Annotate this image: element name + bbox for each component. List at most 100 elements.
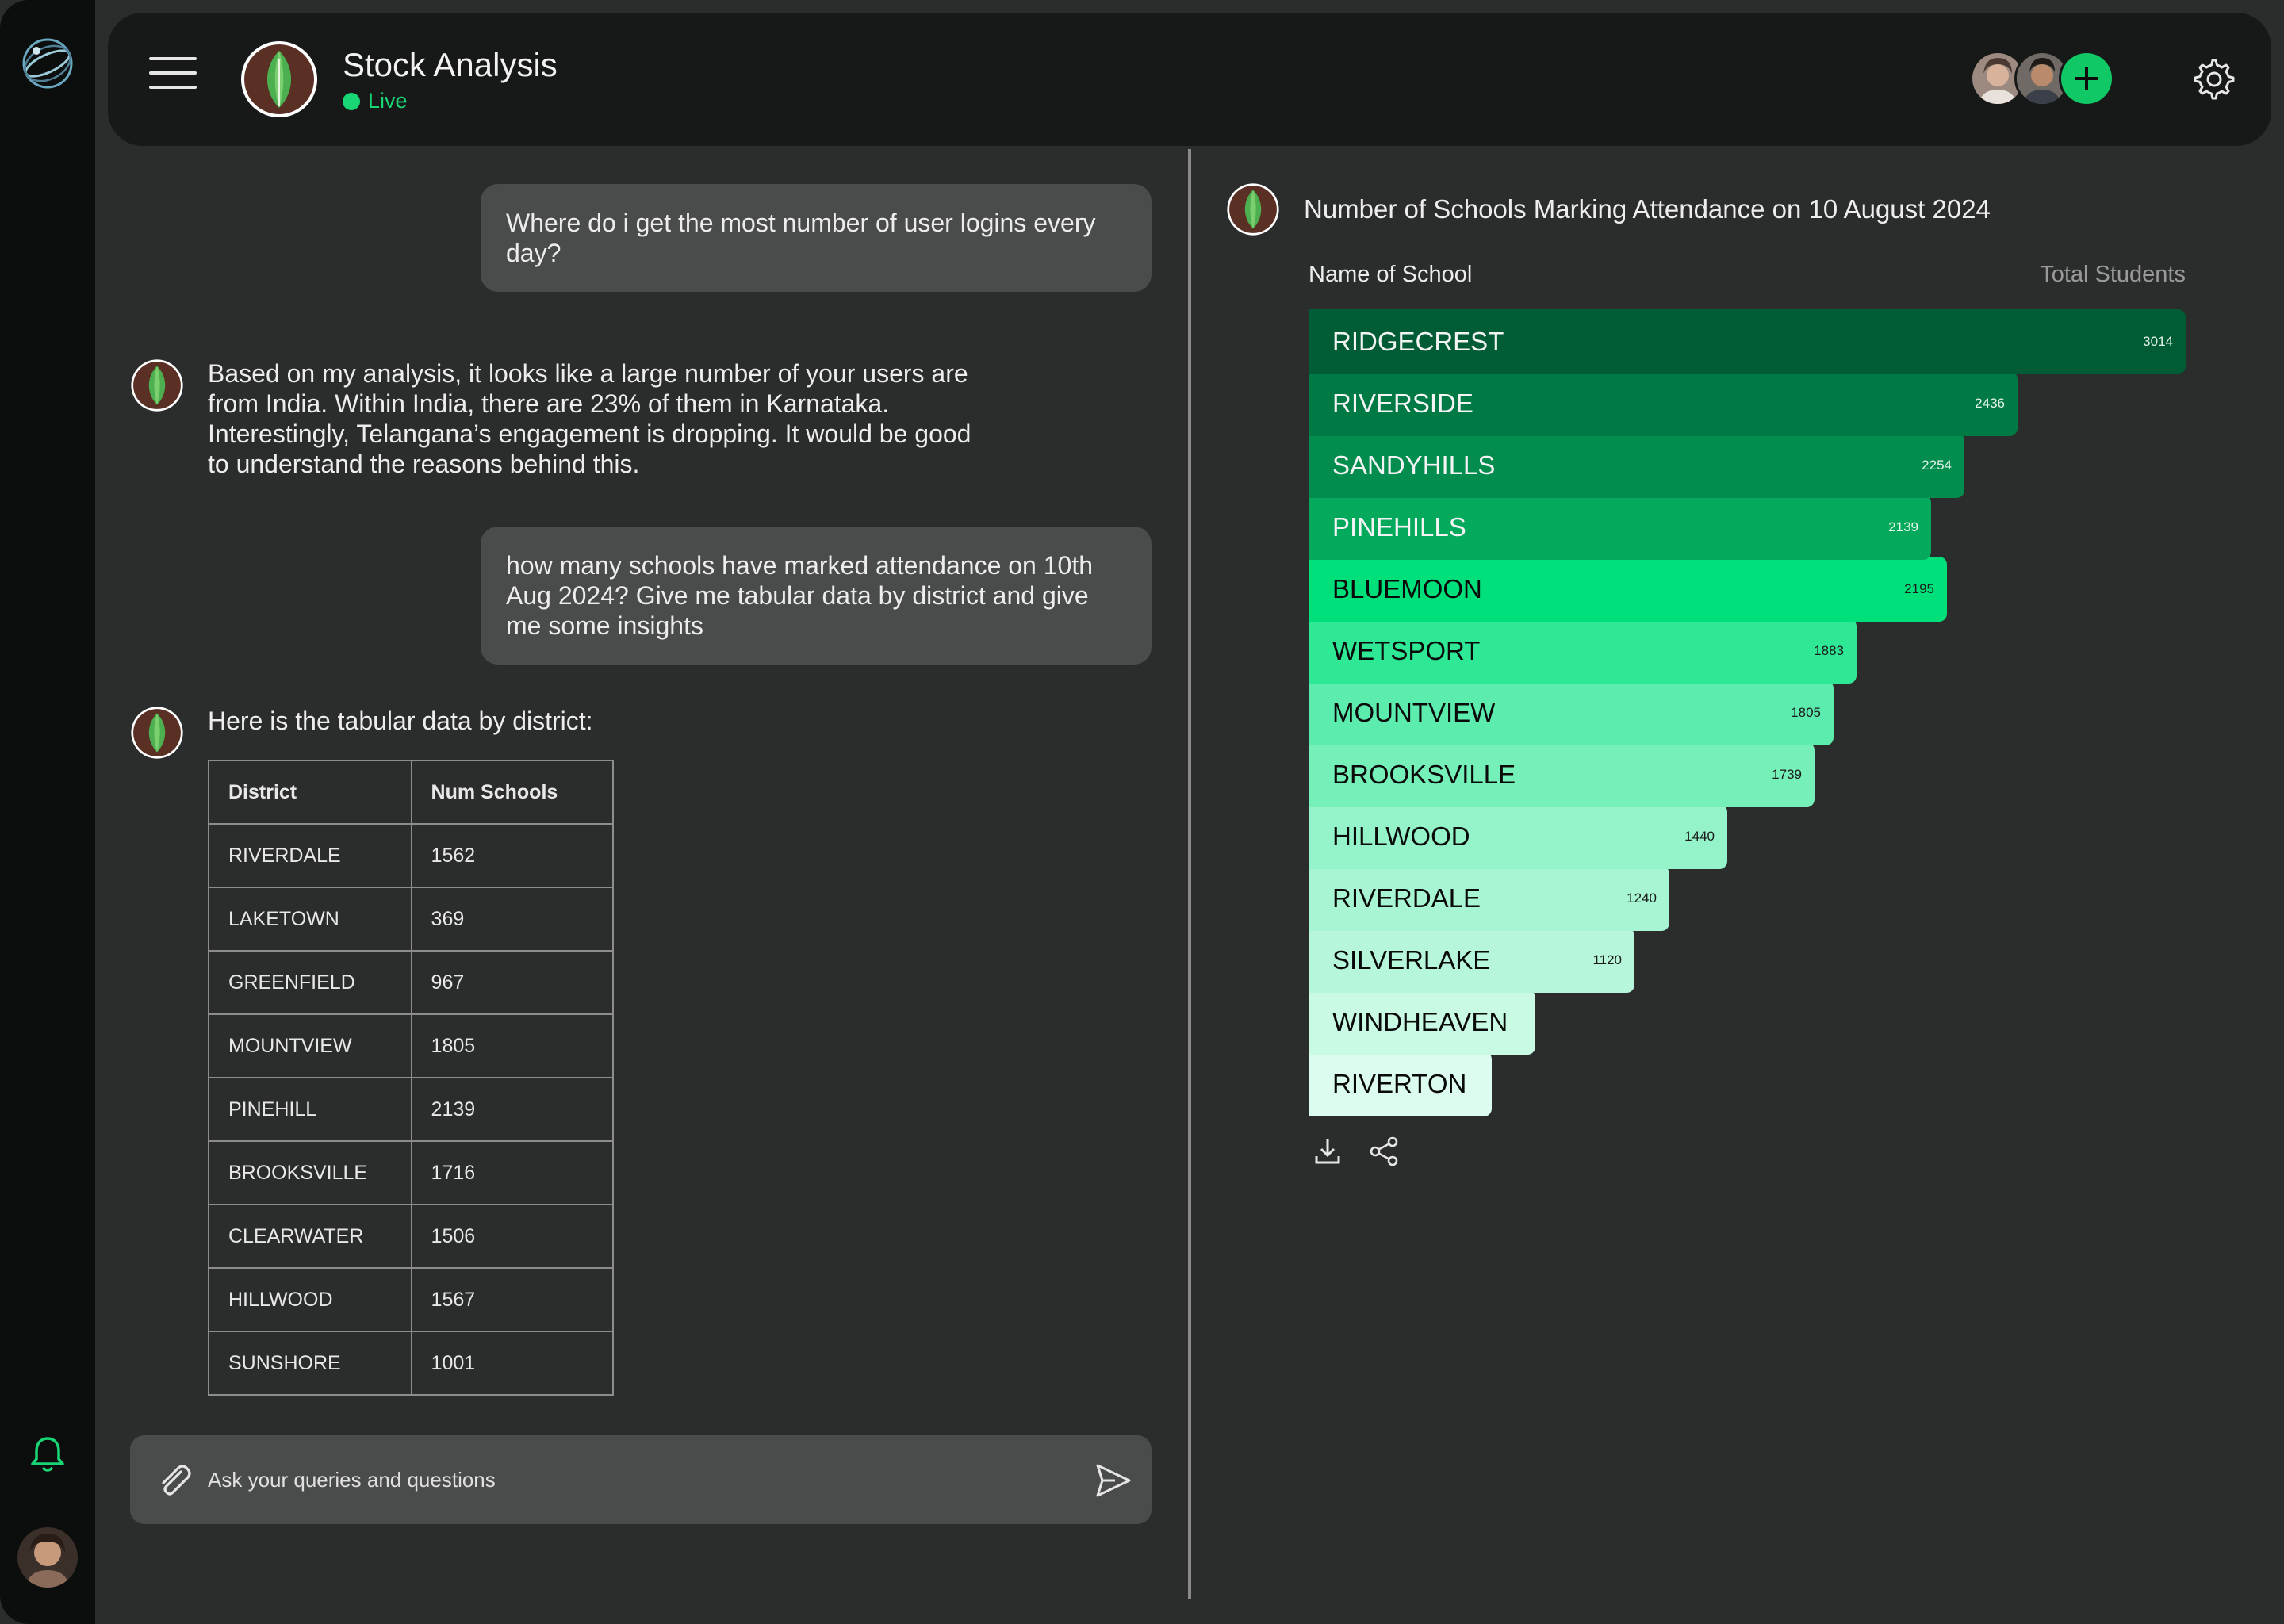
chart-bar-label: PINEHILLS: [1332, 512, 1466, 542]
chart-bar[interactable]: BROOKSVILLE 1739: [1309, 742, 1815, 807]
chart-bar[interactable]: WETSPORT 1883: [1309, 619, 1857, 684]
assistant-avatar: [130, 706, 184, 760]
table-header-row: District Num Schools: [208, 760, 615, 825]
chart-bar[interactable]: RIVERDALE 1240: [1309, 866, 1669, 931]
chart-bar-label: MOUNTVIEW: [1332, 698, 1496, 727]
table-row: BROOKSVILLE 1716: [208, 1140, 615, 1205]
assistant-avatar: [1226, 182, 1280, 236]
assistant-avatar: [130, 358, 184, 412]
table-row: HILLWOOD 1567: [208, 1267, 615, 1332]
hamburger-menu-icon[interactable]: [149, 57, 197, 102]
chart-bar[interactable]: BLUEMOON 2195: [1309, 557, 1947, 622]
table-cell: CLEARWATER: [208, 1204, 412, 1269]
chart-bar[interactable]: RIDGECREST 3014: [1309, 309, 2186, 374]
user-message: Where do i get the most number of user l…: [481, 184, 1152, 292]
chart-bar-value: 1120: [1592, 952, 1622, 967]
table-header-cell: District: [208, 760, 412, 825]
plus-icon: [2075, 67, 2098, 90]
chart-bar-label: WETSPORT: [1332, 636, 1481, 665]
panel-divider: [1188, 149, 1191, 1599]
chart-bar-value: 1240: [1627, 891, 1657, 906]
chart-bar-value: 2254: [1922, 458, 1952, 473]
chart-category-header: Name of School: [1309, 262, 1473, 287]
paperclip-icon[interactable]: [154, 1461, 194, 1500]
chart-bar-value: 2195: [1904, 581, 1934, 596]
chart-bar-label: RIVERTON: [1332, 1069, 1467, 1098]
bar-chart: RIDGECREST 3014 RIVERSIDE 2436 SANDYHILLS 225…: [1309, 309, 2186, 1118]
table-row: RIVERDALE 1562: [208, 823, 615, 888]
chart-bar-label: SILVERLAKE: [1332, 945, 1491, 975]
table-cell: 1001: [410, 1331, 615, 1396]
table-cell: 369: [410, 887, 615, 952]
table-cell: 1716: [410, 1140, 615, 1205]
chart-bar-value: 1739: [1772, 767, 1802, 782]
live-dot-icon: [343, 92, 360, 110]
table-cell: 967: [410, 950, 615, 1015]
chart-bar-label: BROOKSVILLE: [1332, 760, 1516, 789]
table-cell: LAKETOWN: [208, 887, 412, 952]
chart-bar-value: 3014: [2143, 334, 2173, 349]
table-cell: SUNSHORE: [208, 1331, 412, 1396]
user-avatar[interactable]: [17, 1527, 78, 1588]
share-icon[interactable]: [1369, 1136, 1401, 1167]
table-cell: 2139: [410, 1077, 615, 1142]
chart-bar-value: 1883: [1814, 643, 1844, 658]
table-cell: PINEHILL: [208, 1077, 412, 1142]
collaborator-avatars: [1970, 51, 2114, 108]
user-message: how many schools have marked attendance …: [481, 527, 1152, 665]
live-status-label: Live: [368, 89, 408, 113]
chart-bar-value: 2139: [1888, 519, 1918, 534]
chart-bar[interactable]: MOUNTVIEW 1805: [1309, 680, 1834, 745]
chart-bar-label: WINDHEAVEN: [1332, 1007, 1508, 1036]
gear-icon[interactable]: [2192, 57, 2236, 102]
app-title: Stock Analysis: [343, 46, 558, 83]
leaf-logo-icon: [240, 40, 319, 119]
chart-bar-label: SANDYHILLS: [1332, 450, 1496, 480]
district-table: District Num Schools RIVERDALE 1562 LAKET…: [208, 760, 615, 1396]
table-cell: RIVERDALE: [208, 823, 412, 888]
table-cell: 1506: [410, 1204, 615, 1269]
chart-bar[interactable]: SILVERLAKE 1120: [1309, 928, 1634, 993]
left-rail: [0, 0, 95, 1624]
table-cell: BROOKSVILLE: [208, 1140, 412, 1205]
table-cell: 1805: [410, 1013, 615, 1078]
globe-logo-icon[interactable]: [19, 35, 76, 92]
live-status: Live: [343, 89, 408, 113]
chart-bar-label: RIVERDALE: [1332, 883, 1481, 913]
app-header: Stock Analysis Live: [108, 13, 2271, 146]
chart-title: Number of Schools Marking Attendance on …: [1304, 194, 1991, 224]
table-cell: 1567: [410, 1267, 615, 1332]
chart-bar-label: HILLWOOD: [1332, 822, 1470, 851]
table-row: PINEHILL 2139: [208, 1077, 615, 1142]
chart-bar-label: BLUEMOON: [1332, 574, 1482, 603]
assistant-message: Here is the tabular data by district:: [208, 707, 593, 735]
table-cell: 1562: [410, 823, 615, 888]
bell-icon[interactable]: [27, 1434, 68, 1475]
chart-bar[interactable]: SANDYHILLS 2254: [1309, 433, 1964, 498]
table-header-cell: Num Schools: [410, 760, 615, 825]
table-row: GREENFIELD 967: [208, 950, 615, 1015]
chart-value-header: Total Students: [2040, 262, 2186, 287]
chart-bar-label: RIVERSIDE: [1332, 389, 1473, 418]
table-cell: GREENFIELD: [208, 950, 412, 1015]
send-icon[interactable]: [1094, 1462, 1132, 1499]
chart-bar-value: 1440: [1684, 829, 1715, 844]
chart-bar[interactable]: PINEHILLS 2139: [1309, 495, 1931, 560]
chart-bar[interactable]: RIVERSIDE 2436: [1309, 371, 2018, 436]
chat-input[interactable]: [208, 1456, 1048, 1503]
table-cell: HILLWOOD: [208, 1267, 412, 1332]
chart-bar[interactable]: RIVERTON: [1309, 1051, 1492, 1116]
chart-bar-label: RIDGECREST: [1332, 327, 1504, 356]
table-row: CLEARWATER 1506: [208, 1204, 615, 1269]
table-cell: MOUNTVIEW: [208, 1013, 412, 1078]
assistant-message: Based on my analysis, it looks like a la…: [208, 359, 971, 478]
table-row: LAKETOWN 369: [208, 887, 615, 952]
chart-bar-value: 1805: [1791, 705, 1821, 720]
chart-bar-value: 2436: [1975, 396, 2005, 411]
add-collaborator-button[interactable]: [2059, 51, 2114, 106]
table-row: SUNSHORE 1001: [208, 1331, 615, 1396]
chart-bar[interactable]: HILLWOOD 1440: [1309, 804, 1727, 869]
table-row: MOUNTVIEW 1805: [208, 1013, 615, 1078]
chart-bar[interactable]: WINDHEAVEN: [1309, 990, 1535, 1055]
download-icon[interactable]: [1313, 1136, 1342, 1166]
